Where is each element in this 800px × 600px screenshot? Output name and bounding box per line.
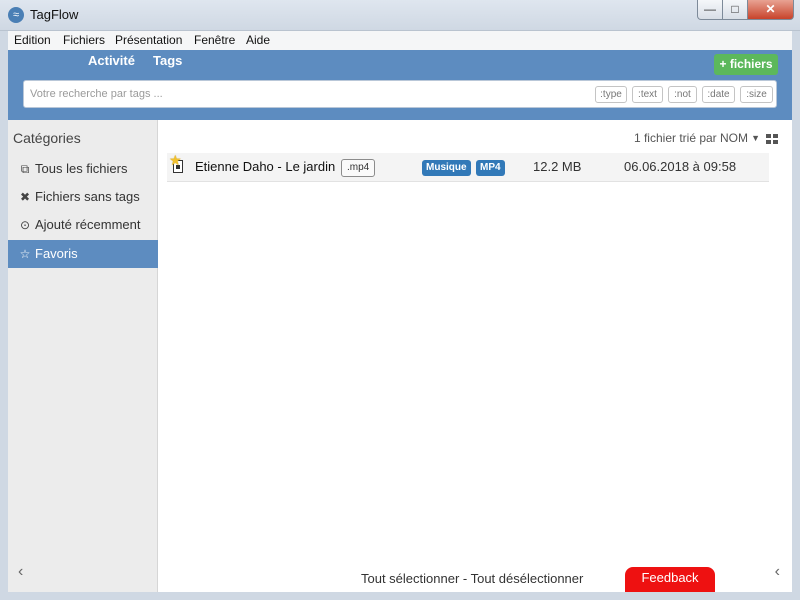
chevron-left-icon[interactable]: ‹ <box>775 563 780 581</box>
tag-musique[interactable]: Musique <box>422 160 471 176</box>
menu-edition[interactable]: Edition <box>14 33 51 47</box>
star-icon[interactable]: ★ <box>169 152 182 169</box>
filter-not[interactable]: :not <box>668 86 697 103</box>
nav-tags[interactable]: Tags <box>153 53 182 68</box>
menu-fenetre[interactable]: Fenêtre <box>194 33 235 47</box>
app-header: Activité Tags + fichiers :type :text :no… <box>8 50 792 120</box>
caret-down-icon[interactable]: ▼ <box>751 133 760 143</box>
sidebar-item-label: Fichiers sans tags <box>35 189 140 204</box>
window-frame-left <box>0 31 8 600</box>
menu-fichiers[interactable]: Fichiers <box>63 33 105 47</box>
window-controls: — □ ✕ <box>697 0 794 20</box>
sidebar-item-tous-les-fichiers[interactable]: ⧉ Tous les fichiers <box>8 155 158 183</box>
feedback-button[interactable]: Feedback <box>625 567 715 592</box>
filter-size[interactable]: :size <box>740 86 773 103</box>
maximize-button[interactable]: □ <box>723 0 748 20</box>
nav-activite[interactable]: Activité <box>88 53 135 68</box>
sidebar-item-label: Tous les fichiers <box>35 161 128 176</box>
grid-view-icon[interactable] <box>766 134 778 144</box>
sidebar-item-ajoute-recemment[interactable]: ⊙ Ajouté récemment <box>8 211 158 239</box>
filter-date[interactable]: :date <box>702 86 735 103</box>
extension-badge: .mp4 <box>341 159 376 177</box>
chevron-left-icon[interactable]: ‹ <box>18 563 23 581</box>
clock-icon: ⊙ <box>19 218 31 232</box>
add-files-button[interactable]: + fichiers <box>714 54 778 75</box>
tag-mp4[interactable]: MP4 <box>476 160 505 176</box>
file-row[interactable]: ★ Etienne Daho - Le jardin .mp4 Musique … <box>167 152 769 182</box>
filter-text[interactable]: :text <box>632 86 663 103</box>
select-all-links[interactable]: Tout sélectionner - Tout désélectionner <box>361 571 583 586</box>
sidebar-title: Catégories <box>13 130 81 146</box>
window-title: TagFlow <box>30 7 79 22</box>
sidebar-item-label: Ajouté récemment <box>35 217 141 232</box>
star-outline-icon: ☆ <box>19 247 31 261</box>
window-frame-bottom <box>0 592 800 600</box>
window-frame-right <box>792 31 800 600</box>
filter-type[interactable]: :type <box>595 86 627 103</box>
search-input[interactable] <box>30 81 590 107</box>
search-box: :type :text :not :date :size <box>23 80 777 108</box>
sort-info[interactable]: 1 fichier trié par NOM <box>634 131 748 145</box>
copy-icon: ⧉ <box>20 162 30 176</box>
minimize-button[interactable]: — <box>697 0 723 20</box>
tagflow-logo-icon: ≈ <box>8 7 24 23</box>
menu-presentation[interactable]: Présentation <box>115 33 182 47</box>
title-bar: ≈ TagFlow — □ ✕ <box>0 0 800 31</box>
file-name[interactable]: Etienne Daho - Le jardin <box>195 159 335 174</box>
file-date: 06.06.2018 à 09:58 <box>624 159 737 174</box>
file-size: 12.2 MB <box>533 159 582 174</box>
close-button[interactable]: ✕ <box>748 0 794 20</box>
sidebar: Catégories ⧉ Tous les fichiers ✖ Fichiers … <box>8 120 158 592</box>
x-icon: ✖ <box>19 190 31 204</box>
sidebar-item-fichiers-sans-tags[interactable]: ✖ Fichiers sans tags <box>8 183 158 211</box>
menu-aide[interactable]: Aide <box>246 33 270 47</box>
main-panel: 1 fichier trié par NOM ▼ ★ Etienne Daho … <box>159 120 792 592</box>
sidebar-item-favoris[interactable]: ☆ Favoris <box>8 240 158 268</box>
menu-bar: Edition Fichiers Présentation Fenêtre Ai… <box>8 31 792 50</box>
sidebar-item-label: Favoris <box>35 246 78 261</box>
